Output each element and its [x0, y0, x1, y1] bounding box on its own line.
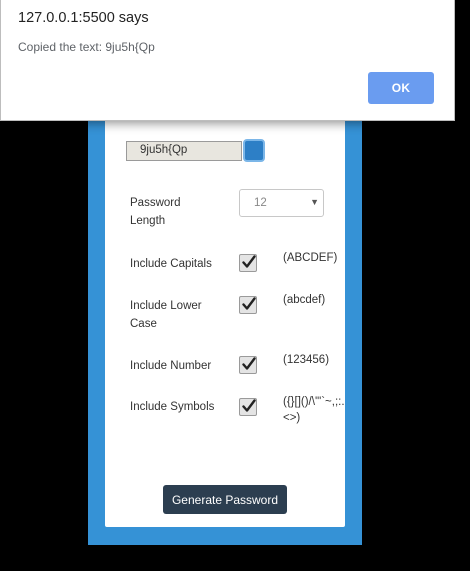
- password-length-value: 12: [254, 197, 267, 209]
- include-capitals-checkbox[interactable]: [239, 254, 257, 272]
- copy-button[interactable]: [243, 139, 265, 162]
- include-lower-checkbox[interactable]: [239, 296, 257, 314]
- alert-dialog: 127.0.0.1:5500 says Copied the text: 9ju…: [0, 0, 455, 121]
- checkmark-icon: [242, 399, 256, 412]
- include-lower-hint: (abcdef): [283, 294, 326, 306]
- ok-button[interactable]: OK: [368, 72, 434, 104]
- alert-message: Copied the text: 9ju5h{Qp: [18, 40, 155, 54]
- password-length-select[interactable]: 12 ▼: [239, 189, 324, 217]
- include-number-label: Include Number: [130, 360, 212, 372]
- password-length-label-text: Password Length: [130, 197, 181, 227]
- include-capitals-label: Include Capitals: [130, 258, 212, 270]
- page: 9ju5h{Qp Password Length 12 ▼ Include Ca…: [0, 0, 470, 571]
- chevron-down-icon: ▼: [310, 197, 319, 207]
- alert-title: 127.0.0.1:5500 says: [18, 10, 149, 26]
- include-number-hint: (123456): [283, 354, 330, 366]
- include-symbols-label: Include Symbols: [130, 401, 215, 413]
- password-output-field[interactable]: 9ju5h{Qp: [126, 141, 242, 161]
- checkmark-icon: [242, 255, 256, 268]
- include-symbols-checkbox[interactable]: [239, 398, 257, 416]
- checkmark-icon: [242, 297, 256, 310]
- include-number-checkbox[interactable]: [239, 356, 257, 374]
- checkmark-icon: [242, 357, 256, 370]
- include-lower-label: Include Lower Case: [130, 300, 202, 330]
- include-symbols-hint: ({}[]()/\'"`~,;:.<>): [283, 396, 345, 424]
- include-capitals-hint: (ABCDEF): [283, 252, 338, 264]
- password-length-label: Password Length: [130, 194, 194, 230]
- generate-password-button[interactable]: Generate Password: [163, 485, 287, 514]
